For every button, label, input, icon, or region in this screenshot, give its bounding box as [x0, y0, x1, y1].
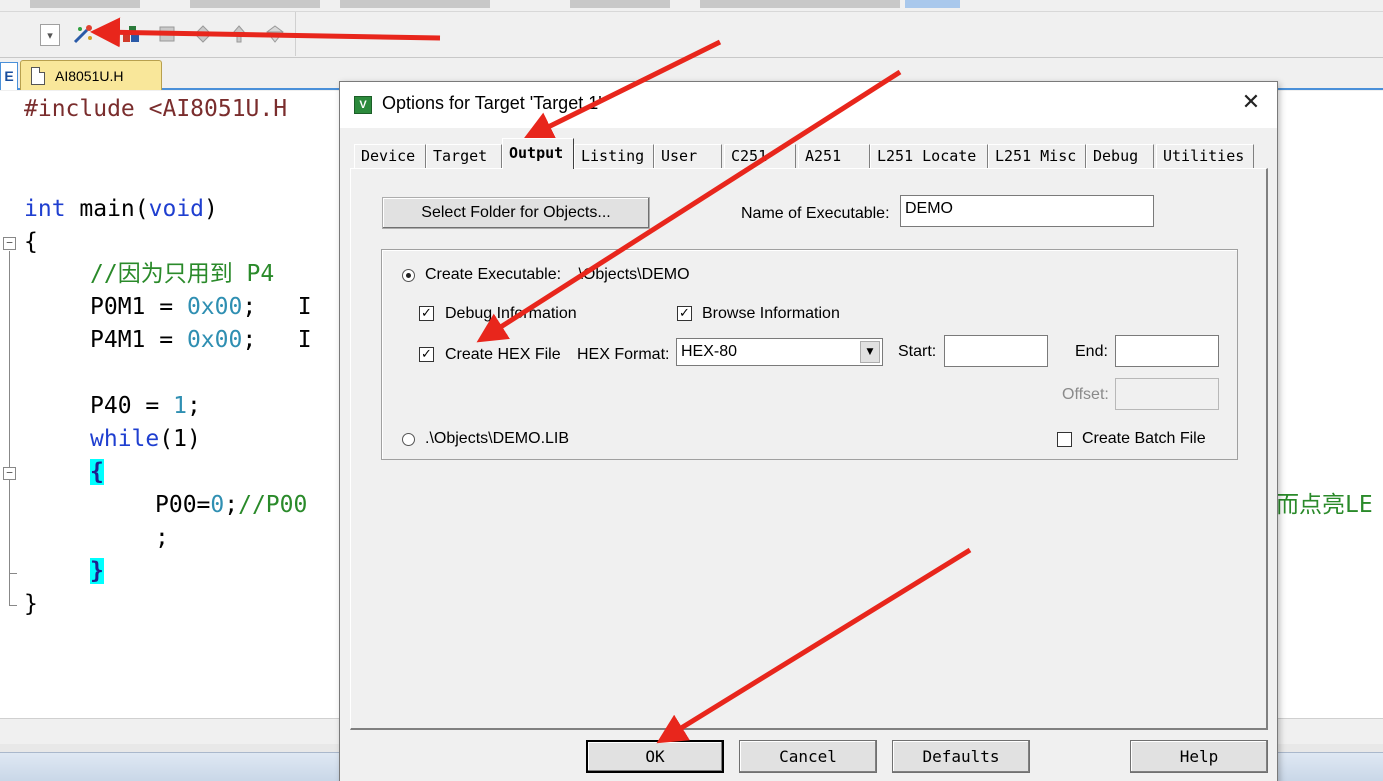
create-executable-path: .\Objects\DEMO	[574, 266, 690, 283]
debug-information-checkbox[interactable]: ✓	[419, 306, 434, 321]
code-line-4: //因为只用到 P4	[90, 261, 275, 287]
end-address-input[interactable]	[1115, 335, 1219, 367]
hex-format-select[interactable]: HEX-80 ▼	[676, 338, 883, 366]
tab-utilities[interactable]: Utilities	[1156, 144, 1254, 168]
file-icon	[31, 66, 45, 85]
create-batch-label: Create Batch File	[1082, 430, 1206, 447]
arrows-icon	[231, 25, 247, 43]
tab-output[interactable]: Output	[502, 138, 574, 169]
chevron-down-icon: ▾	[47, 28, 53, 42]
tab-c251[interactable]: C251	[724, 144, 796, 168]
select-folder-button[interactable]: Select Folder for Objects...	[382, 197, 650, 229]
hex-format-value: HEX-80	[681, 343, 738, 360]
cancel-button[interactable]: Cancel	[739, 740, 877, 773]
uvision-app-icon: V	[354, 96, 372, 114]
code-line-2: int main(void)	[24, 196, 218, 222]
ok-button[interactable]: OK	[586, 740, 724, 773]
file-tab-ai8051u-h[interactable]: AI8051U.H	[20, 60, 162, 90]
tab-debug[interactable]: Debug	[1086, 144, 1154, 168]
tab-l251-locate[interactable]: L251 Locate	[870, 144, 988, 168]
start-label: Start:	[898, 343, 937, 360]
code-line-1: #include <AI8051U.H	[24, 96, 288, 122]
debug-information-label: Debug Information	[445, 305, 577, 322]
software-packs-button[interactable]	[264, 23, 286, 45]
code-comment-tail: 而点亮LE	[1276, 492, 1373, 518]
pack-icon	[159, 26, 175, 42]
code-line-3: {	[24, 229, 38, 255]
code-line-8: while(1)	[90, 426, 201, 452]
name-of-executable-label: Name of Executable:	[741, 205, 890, 222]
output-tab-panel: Select Folder for Objects... Name of Exe…	[350, 168, 1268, 730]
code-line-7: P40 = 1;	[90, 393, 201, 419]
code-line-5: P0M1 = 0x00; I	[90, 294, 312, 320]
fold-toggle-main[interactable]: −	[3, 237, 16, 250]
target-dropdown-button[interactable]: ▾	[40, 24, 60, 46]
magic-wand-icon	[73, 25, 92, 44]
create-batch-checkbox[interactable]	[1057, 432, 1072, 447]
output-options-group: Create Executable: .\Objects\DEMO ✓ Debu…	[381, 249, 1238, 460]
create-executable-radio[interactable]	[402, 269, 415, 282]
code-line-9: {	[90, 459, 104, 485]
gem-icon	[266, 25, 284, 43]
fold-gutter: − −	[0, 91, 20, 718]
code-line-12: }	[90, 558, 104, 584]
create-library-label: .\Objects\DEMO.LIB	[425, 430, 570, 447]
name-of-executable-input[interactable]: DEMO	[900, 195, 1154, 227]
chevron-down-icon[interactable]: ▼	[860, 341, 880, 363]
tab-user[interactable]: User	[654, 144, 722, 168]
browse-information-label: Browse Information	[702, 305, 840, 322]
create-executable-label: Create Executable:	[425, 266, 562, 283]
offset-label: Offset:	[1062, 386, 1109, 403]
dialog-titlebar: V Options for Target 'Target 1' ✕	[340, 82, 1277, 128]
code-line-10: P00=0;//P00	[155, 492, 308, 518]
top-toolbar-strip	[0, 0, 1383, 12]
create-library-radio[interactable]	[402, 433, 415, 446]
build-toolbar: ▾	[0, 12, 1383, 58]
file-tab-label: AI8051U.H	[55, 67, 124, 84]
options-for-target-dialog: V Options for Target 'Target 1' ✕ Device…	[339, 81, 1278, 781]
start-address-input[interactable]	[944, 335, 1048, 367]
fold-toggle-while[interactable]: −	[3, 467, 16, 480]
tab-a251[interactable]: A251	[798, 144, 870, 168]
code-line-6: P4M1 = 0x00; I	[90, 327, 312, 353]
browse-information-checkbox[interactable]: ✓	[677, 306, 692, 321]
pack-installer-button[interactable]	[156, 23, 178, 45]
create-hex-checkbox[interactable]: ✓	[419, 347, 434, 362]
manage-components-button[interactable]	[120, 23, 142, 45]
uvision-window: ▾ E AI8051U.H − − #include <AI8051U.H in…	[0, 0, 1383, 781]
help-button[interactable]: Help	[1130, 740, 1268, 773]
build-toolbar-group: ▾	[0, 12, 296, 56]
code-line-13: }	[24, 591, 38, 617]
tab-l251-misc[interactable]: L251 Misc	[988, 144, 1086, 168]
tab-device[interactable]: Device	[354, 144, 426, 168]
create-hex-label: Create HEX File	[445, 346, 561, 363]
tab-target[interactable]: Target	[426, 144, 502, 168]
code-line-11: ;	[155, 525, 169, 551]
offset-input	[1115, 378, 1219, 410]
defaults-button[interactable]: Defaults	[892, 740, 1030, 773]
file-tab-partial[interactable]: E	[0, 62, 18, 90]
diamond-icon	[194, 25, 212, 43]
select-device-button[interactable]	[192, 23, 214, 45]
dialog-title: Options for Target 'Target 1'	[382, 93, 602, 113]
tab-listing[interactable]: Listing	[574, 144, 654, 168]
components-icon	[123, 26, 139, 42]
end-label: End:	[1075, 343, 1108, 360]
hex-format-label: HEX Format:	[577, 346, 670, 363]
close-icon[interactable]: ✕	[1239, 92, 1263, 116]
rte-button[interactable]	[228, 23, 250, 45]
target-options-button[interactable]	[72, 23, 94, 45]
options-tabstrip: Device Target Output Listing User C251 A…	[350, 138, 1260, 169]
